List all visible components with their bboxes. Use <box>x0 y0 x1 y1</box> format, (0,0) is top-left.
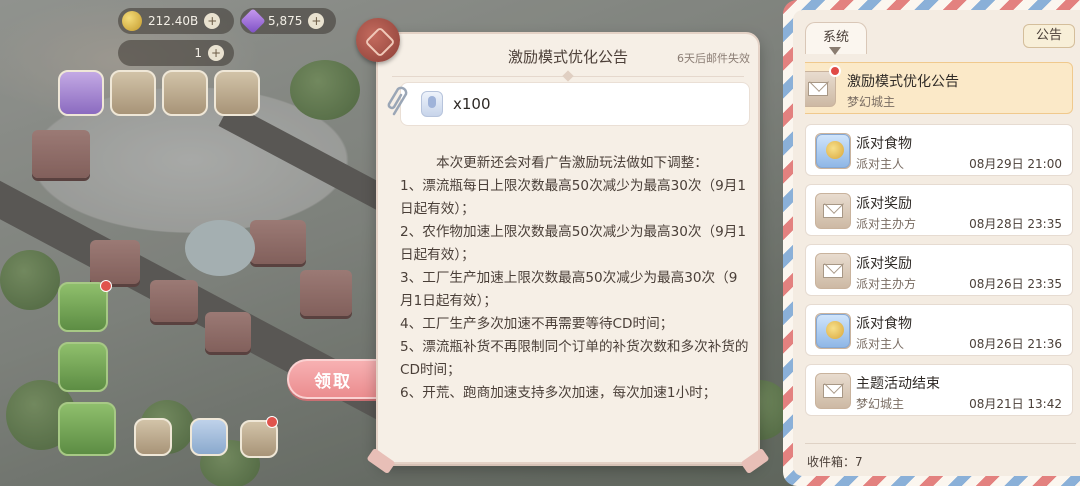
mail-list[interactable]: 激励模式优化公告 梦幻城主 派对食物 派对主人 08月29日 21:00 派对奖励 派对主办… <box>805 62 1073 436</box>
envelope-icon <box>815 253 851 289</box>
side-button-build[interactable] <box>58 342 108 392</box>
coin-amount: 212.40B <box>148 14 199 28</box>
inbox-count: 收件箱：7 <box>807 455 863 469</box>
body-item-2: 2、农作物加速上限次数最高50次减少为最高30次（9月1日起有效）； <box>400 224 747 263</box>
mail-item-sender: 梦幻城主 <box>847 95 896 109</box>
mail-expiry: 6天后邮件失效 <box>677 52 750 65</box>
mail-item-date: 08月26日 21:36 <box>969 337 1062 351</box>
quick-icon-shop[interactable] <box>110 70 156 116</box>
mail-detail-panel: 激励模式优化公告 6天后邮件失效 x100 本次更新还会对看广告激励玩法做如下调… <box>366 32 770 475</box>
coin-icon <box>122 11 142 31</box>
wax-seal-icon <box>356 18 400 62</box>
body-item-1: 1、漂流瓶每日上限次数最高50次减少为最高30次（9月1日起有效）； <box>400 178 747 217</box>
coin-counter[interactable]: 212.40B + <box>118 8 234 34</box>
envelope-icon <box>815 373 851 409</box>
quick-icon-party[interactable] <box>214 70 260 116</box>
mail-item-title: 派对食物 <box>856 316 912 332</box>
tab-notice[interactable]: 公告 <box>1023 24 1075 48</box>
notification-dot <box>100 280 112 292</box>
party-food-icon <box>815 133 851 169</box>
mail-item-title: 派对奖励 <box>856 256 912 272</box>
quick-icon-wardrobe[interactable] <box>58 70 104 116</box>
attachment-quantity: x100 <box>453 95 491 113</box>
gem-icon <box>240 8 266 34</box>
attachment-box: x100 <box>400 82 750 126</box>
body-item-4: 4、工厂生产多次加速不再需要等待CD时间； <box>400 316 674 332</box>
mail-item-title: 派对奖励 <box>856 196 912 212</box>
drift-bottle-icon <box>421 91 443 117</box>
energy-counter[interactable]: 1 + <box>118 40 234 66</box>
mail-item-sender: 派对主办方 <box>856 217 917 231</box>
side-button-decorate[interactable] <box>58 402 116 456</box>
mail-item-date: 08月26日 23:35 <box>969 277 1062 291</box>
mail-list-item[interactable]: 激励模式优化公告 梦幻城主 <box>805 62 1073 114</box>
gem-counter[interactable]: 5,875 + <box>240 8 336 34</box>
side-button-top[interactable] <box>134 418 172 456</box>
add-energy-icon[interactable]: + <box>208 45 224 61</box>
notification-dot <box>266 416 278 428</box>
tab-selected-arrow-icon <box>829 47 841 55</box>
mail-list-item[interactable]: 派对奖励派对主办方 08月28日 23:35 <box>805 184 1073 236</box>
mail-item-sender: 派对主人 <box>856 157 905 171</box>
body-item-5: 5、漂流瓶补货不再限制同个订单的补货次数和多次补货的CD时间； <box>400 339 749 378</box>
side-button-friends[interactable] <box>190 418 228 456</box>
paperclip-icon <box>387 86 408 116</box>
gem-amount: 5,875 <box>268 14 303 28</box>
mail-list-item[interactable]: 派对奖励派对主办方 08月26日 23:35 <box>805 244 1073 296</box>
claim-button[interactable]: 领取 <box>287 359 377 399</box>
envelope-icon <box>805 71 836 107</box>
mailbox-panel: 系统 公告 激励模式优化公告 梦幻城主 派对食物 派对主人 08月29日 21:00 派对… <box>783 0 1080 486</box>
mail-item-title: 主题活动结束 <box>856 376 940 392</box>
mail-list-item[interactable]: 主题活动结束 梦幻城主 08月21日 13:42 <box>805 364 1073 416</box>
mail-list-item[interactable]: 派对食物派对主人 08月29日 21:00 <box>805 124 1073 176</box>
mail-item-sender: 梦幻城主 <box>856 397 905 411</box>
mail-list-item[interactable]: 派对食物派对主人 08月26日 21:36 <box>805 304 1073 356</box>
mail-item-sender: 派对主办方 <box>856 277 917 291</box>
energy-amount: 1 <box>194 46 202 60</box>
add-gems-icon[interactable]: + <box>308 13 325 29</box>
unread-dot <box>829 65 841 77</box>
body-item-3: 3、工厂生产加速上限次数最高50次减少为最高30次（9月1日起有效）； <box>400 270 738 309</box>
quick-icon-event[interactable] <box>162 70 208 116</box>
mail-item-date: 08月29日 21:00 <box>969 157 1062 171</box>
mail-item-title: 派对食物 <box>856 136 912 152</box>
add-coins-icon[interactable]: + <box>204 13 221 29</box>
mail-item-date: 08月21日 13:42 <box>969 397 1062 411</box>
body-intro: 本次更新还会对看广告激励玩法做如下调整： <box>436 155 708 171</box>
envelope-icon <box>815 193 851 229</box>
party-food-icon <box>815 313 851 349</box>
mail-item-date: 08月28日 23:35 <box>969 217 1062 231</box>
body-item-6: 6、开荒、跑商加速支持多次加速，每次加速1小时； <box>400 385 717 401</box>
mail-item-title: 激励模式优化公告 <box>847 74 959 90</box>
side-button-chat[interactable] <box>240 416 278 458</box>
mail-item-sender: 派对主人 <box>856 337 905 351</box>
mail-body: 本次更新还会对看广告激励玩法做如下调整： 1、漂流瓶每日上限次数最高50次减少为… <box>400 152 750 405</box>
title-divider <box>392 70 744 82</box>
side-button-orders[interactable] <box>58 280 112 332</box>
